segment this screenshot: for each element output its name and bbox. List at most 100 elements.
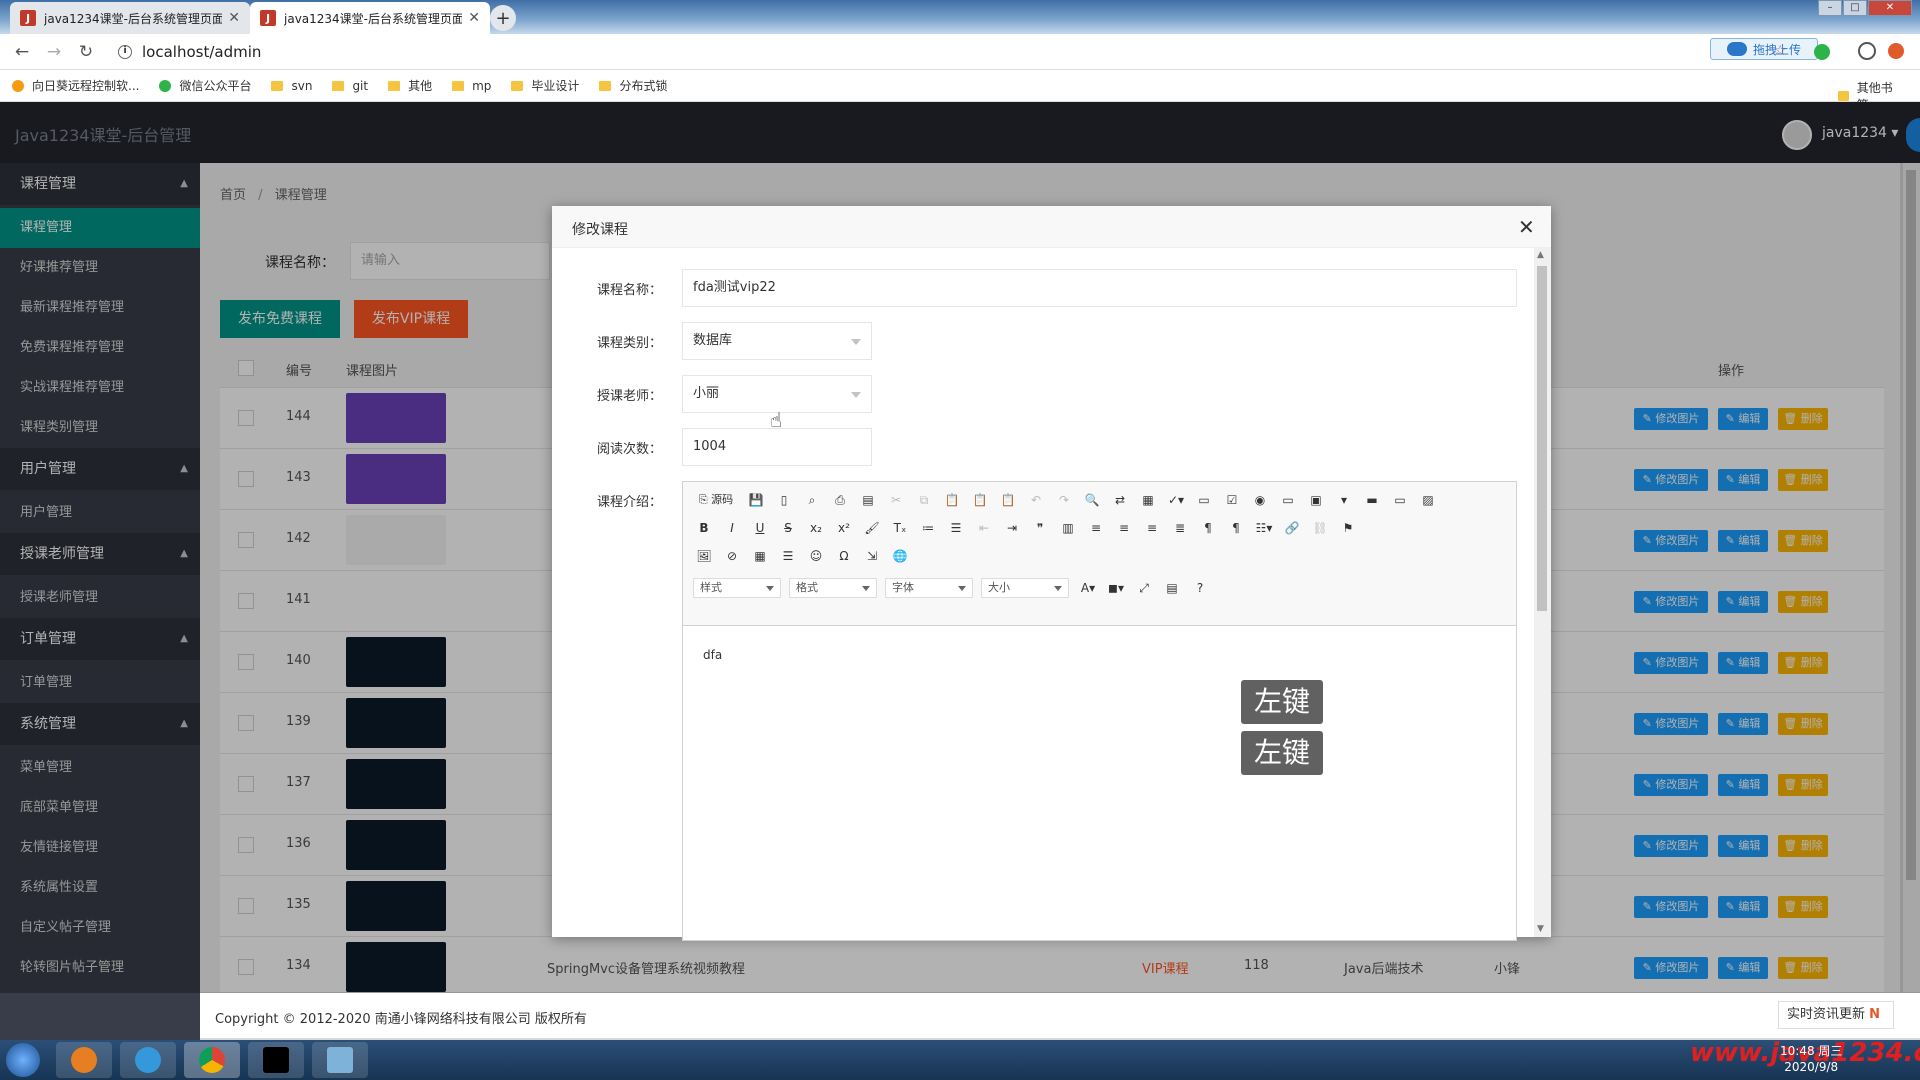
- textfield-icon[interactable]: ▭: [1277, 489, 1299, 511]
- style-combo[interactable]: 样式: [693, 578, 781, 598]
- course-name-input[interactable]: fda测试vip22: [682, 269, 1517, 307]
- save-icon[interactable]: 💾: [745, 489, 767, 511]
- justify-icon[interactable]: ≣: [1169, 517, 1191, 539]
- div-icon[interactable]: ▥: [1057, 517, 1079, 539]
- redo-icon[interactable]: ↷: [1053, 489, 1075, 511]
- taskbar-app[interactable]: [56, 1042, 112, 1078]
- forward-icon[interactable]: →: [44, 42, 64, 62]
- bookmark-folder[interactable]: 毕业设计: [511, 77, 579, 94]
- language-icon[interactable]: ☷▾: [1253, 517, 1275, 539]
- bookmark-folder[interactable]: 分布式锁: [599, 77, 667, 94]
- outdent-icon[interactable]: ⇤: [973, 517, 995, 539]
- table-icon[interactable]: ▦: [749, 545, 771, 567]
- bookmark-folder[interactable]: mp: [452, 79, 491, 93]
- smiley-icon[interactable]: ☺: [805, 545, 827, 567]
- news-popup[interactable]: 实时资讯更新 N: [1778, 1001, 1894, 1029]
- source-button[interactable]: ⎘ 源码: [693, 489, 739, 511]
- taskbar-chrome[interactable]: [184, 1042, 240, 1078]
- underline-icon[interactable]: U: [749, 517, 771, 539]
- align-left-icon[interactable]: ≡: [1085, 517, 1107, 539]
- views-input[interactable]: 1004: [682, 428, 872, 466]
- new-tab-button[interactable]: +: [490, 5, 516, 31]
- image-button-icon[interactable]: ▭: [1389, 489, 1411, 511]
- strike-icon[interactable]: S: [777, 517, 799, 539]
- help-icon[interactable]: ?: [1189, 577, 1211, 599]
- back-icon[interactable]: ←: [12, 42, 32, 62]
- button-icon[interactable]: ▬: [1361, 489, 1383, 511]
- info-icon[interactable]: i: [118, 45, 132, 59]
- browser-tab[interactable]: J java1234课堂-后台系统管理页面 ✕: [10, 2, 250, 34]
- anchor-flag-icon[interactable]: ⚑: [1337, 517, 1359, 539]
- background-color-icon[interactable]: ◼▾: [1105, 577, 1127, 599]
- template-icon[interactable]: ▤: [857, 489, 879, 511]
- iframe-icon[interactable]: 🌐: [889, 545, 911, 567]
- blockquote-icon[interactable]: ❞: [1029, 517, 1051, 539]
- image-icon[interactable]: 🖼: [693, 545, 715, 567]
- textarea-icon[interactable]: ▣: [1305, 489, 1327, 511]
- radio-icon[interactable]: ◉: [1249, 489, 1271, 511]
- profile-icon[interactable]: [1858, 42, 1876, 60]
- reload-icon[interactable]: ↻: [76, 42, 96, 62]
- bookmark-folder[interactable]: svn: [271, 79, 312, 93]
- bulleted-list-icon[interactable]: ☰: [945, 517, 967, 539]
- paste-icon[interactable]: 📋: [941, 489, 963, 511]
- special-char-icon[interactable]: Ω: [833, 545, 855, 567]
- copy-format-icon[interactable]: 🖌: [861, 517, 883, 539]
- close-icon[interactable]: ✕: [1518, 215, 1535, 239]
- numbered-list-icon[interactable]: ≔: [917, 517, 939, 539]
- close-icon[interactable]: ✕: [228, 10, 240, 26]
- remove-format-icon[interactable]: Tₓ: [889, 517, 911, 539]
- form-icon[interactable]: ▭: [1193, 489, 1215, 511]
- window-close-icon[interactable]: ✕: [1868, 0, 1912, 16]
- paste-word-icon[interactable]: 📋: [997, 489, 1019, 511]
- print-icon[interactable]: ⎙: [829, 489, 851, 511]
- bookmark-folder[interactable]: git: [332, 79, 368, 93]
- course-type-select[interactable]: 数据库: [682, 322, 872, 360]
- replace-icon[interactable]: ⇄: [1109, 489, 1131, 511]
- align-right-icon[interactable]: ≡: [1141, 517, 1163, 539]
- superscript-icon[interactable]: x²: [833, 517, 855, 539]
- align-center-icon[interactable]: ≡: [1113, 517, 1135, 539]
- link-icon[interactable]: 🔗: [1281, 517, 1303, 539]
- bookmark[interactable]: 向日葵远程控制软...: [12, 77, 139, 94]
- unlink-icon[interactable]: ⛓: [1309, 517, 1331, 539]
- taskbar-app[interactable]: [312, 1042, 368, 1078]
- bold-icon[interactable]: B: [693, 517, 715, 539]
- scroll-up-icon[interactable]: ▲: [1537, 250, 1544, 260]
- extension-icon[interactable]: [1814, 44, 1830, 60]
- cut-icon[interactable]: ✂: [885, 489, 907, 511]
- select-all-icon[interactable]: ▦: [1137, 489, 1159, 511]
- flash-icon[interactable]: ⊘: [721, 545, 743, 567]
- copy-icon[interactable]: ⧉: [913, 489, 935, 511]
- start-icon[interactable]: [6, 1043, 40, 1077]
- hidden-field-icon[interactable]: ▨: [1417, 489, 1439, 511]
- scroll-down-icon[interactable]: ▼: [1537, 924, 1544, 934]
- find-icon[interactable]: 🔍: [1081, 489, 1103, 511]
- new-page-icon[interactable]: ▯: [773, 489, 795, 511]
- page-break-icon[interactable]: ⇲: [861, 545, 883, 567]
- taskbar-idea[interactable]: [248, 1042, 304, 1078]
- spellcheck-icon[interactable]: ✓▾: [1165, 489, 1187, 511]
- close-icon[interactable]: ✕: [468, 10, 480, 26]
- maximize-icon[interactable]: ⤢: [1133, 577, 1155, 599]
- italic-icon[interactable]: I: [721, 517, 743, 539]
- menu-icon[interactable]: [1888, 43, 1904, 59]
- maximize-icon[interactable]: □: [1843, 0, 1867, 16]
- font-combo[interactable]: 字体: [885, 578, 973, 598]
- bookmark[interactable]: 微信公众平台: [159, 77, 251, 94]
- taskbar-app[interactable]: [120, 1042, 176, 1078]
- url-field[interactable]: i localhost/admin: [118, 40, 261, 64]
- minimize-icon[interactable]: –: [1818, 0, 1842, 16]
- bookmark-folder[interactable]: 其他: [388, 77, 432, 94]
- star-icon[interactable]: ☆: [1774, 43, 1790, 59]
- upload-button[interactable]: 拖拽上传: [1710, 38, 1818, 60]
- browser-tab-active[interactable]: J java1234课堂-后台系统管理页面 ✕: [250, 2, 490, 34]
- ltr-icon[interactable]: ¶: [1197, 517, 1219, 539]
- size-combo[interactable]: 大小: [981, 578, 1069, 598]
- indent-icon[interactable]: ⇥: [1001, 517, 1023, 539]
- format-combo[interactable]: 格式: [789, 578, 877, 598]
- checkbox-icon[interactable]: ☑: [1221, 489, 1243, 511]
- dialog-scrollbar-thumb[interactable]: [1537, 266, 1547, 611]
- paste-text-icon[interactable]: 📋: [969, 489, 991, 511]
- show-blocks-icon[interactable]: ▤: [1161, 577, 1183, 599]
